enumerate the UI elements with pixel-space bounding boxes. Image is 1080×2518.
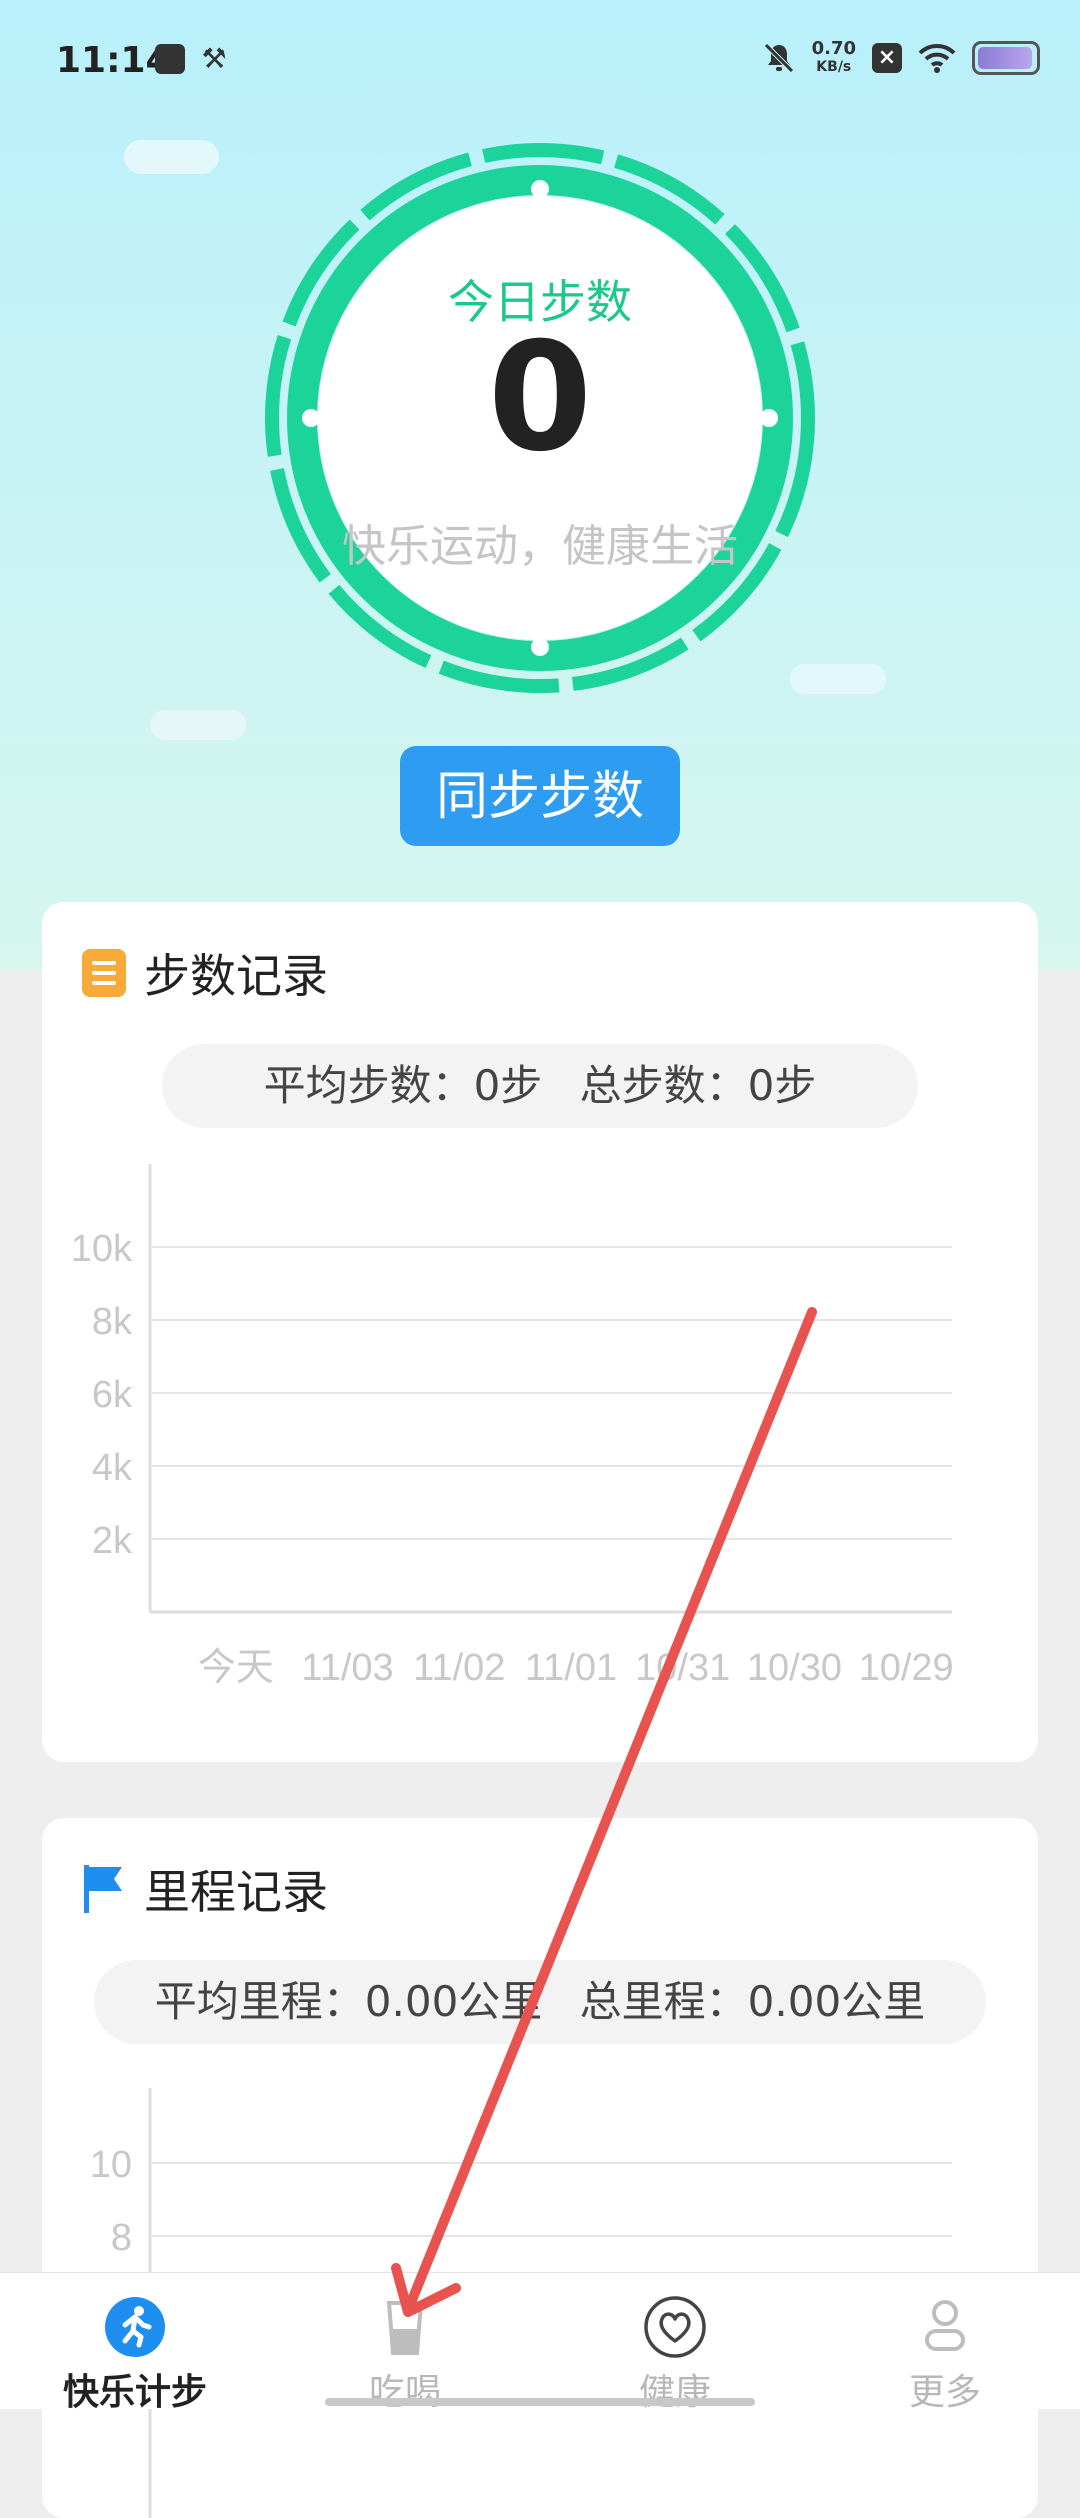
y-tick-label: 2k [92, 1520, 133, 1562]
x-tick-label: 11/01 [525, 1647, 617, 1689]
nav-tab-more[interactable]: 更多 [810, 2273, 1080, 2413]
nav-label-health: 健康 [638, 2372, 711, 2413]
net-speed-value: 0.70 [811, 38, 856, 59]
x-tick-label: 11/03 [301, 1647, 393, 1689]
x-tick-label: 今天 [198, 1647, 274, 1689]
x-tick-label: 10/31 [635, 1647, 730, 1689]
tools-icon: ⚒ [201, 42, 227, 75]
x-tick-label: 11/02 [413, 1647, 505, 1689]
close-box-icon: × [872, 43, 902, 73]
y-tick-label: 8k [92, 1301, 133, 1343]
y-tick-label: 6k [92, 1374, 133, 1416]
mute-icon [763, 43, 794, 73]
net-speed: 0.70 KB/s [812, 40, 856, 76]
y-tick-label: 10k [71, 1228, 133, 1270]
nav-tab-food[interactable]: 吃喝 [270, 2273, 540, 2413]
x-tick-label: 10/30 [747, 1647, 842, 1689]
step-record-card: 步数记录 平均步数：0步 总步数：0步 2k 4k 6k 8k 10k 今天 11/03 11… [42, 902, 1038, 1762]
home-indicator[interactable] [325, 2398, 755, 2406]
nav-tab-steps[interactable]: 快乐计步 [0, 2273, 270, 2413]
status-bar: 11:14 ⚒ 0.70 KB/s × [0, 0, 1080, 125]
nav-tab-health[interactable]: 健康 [540, 2273, 810, 2413]
running-icon [105, 2297, 165, 2357]
net-speed-unit: KB/s [816, 59, 852, 75]
step-chart: 2k 4k 6k 8k 10k 今天 11/03 11/02 11/01 10/31 10/30 10… [71, 1164, 954, 1689]
status-time: 11:14 [56, 40, 171, 81]
nav-label-food: 吃喝 [368, 2372, 441, 2413]
step-ring: 今日步数 0 快乐运动，健康生活 [260, 138, 820, 698]
wifi-icon [918, 43, 956, 73]
battery-icon [972, 41, 1040, 75]
y-tick-label: 4k [92, 1447, 133, 1489]
cloud-decoration [124, 140, 219, 174]
notification-icon [155, 44, 185, 74]
y-tick-label: 8 [111, 2217, 132, 2259]
person-icon [925, 2300, 965, 2351]
slogan: 快乐运动，健康生活 [342, 521, 738, 572]
x-tick-label: 10/29 [859, 1647, 954, 1689]
nav-label-more: 更多 [908, 2372, 981, 2413]
heart-icon [644, 2296, 706, 2358]
sync-steps-button[interactable]: 同步步数 [400, 746, 680, 846]
bottom-nav: 快乐计步 吃喝 健康 更多 [0, 2272, 1080, 2413]
cloud-decoration [150, 710, 246, 740]
nav-label-steps: 快乐计步 [62, 2372, 207, 2413]
today-steps-count: 0 [487, 311, 593, 485]
cup-icon [386, 2301, 424, 2355]
y-tick-label: 10 [90, 2144, 132, 2186]
